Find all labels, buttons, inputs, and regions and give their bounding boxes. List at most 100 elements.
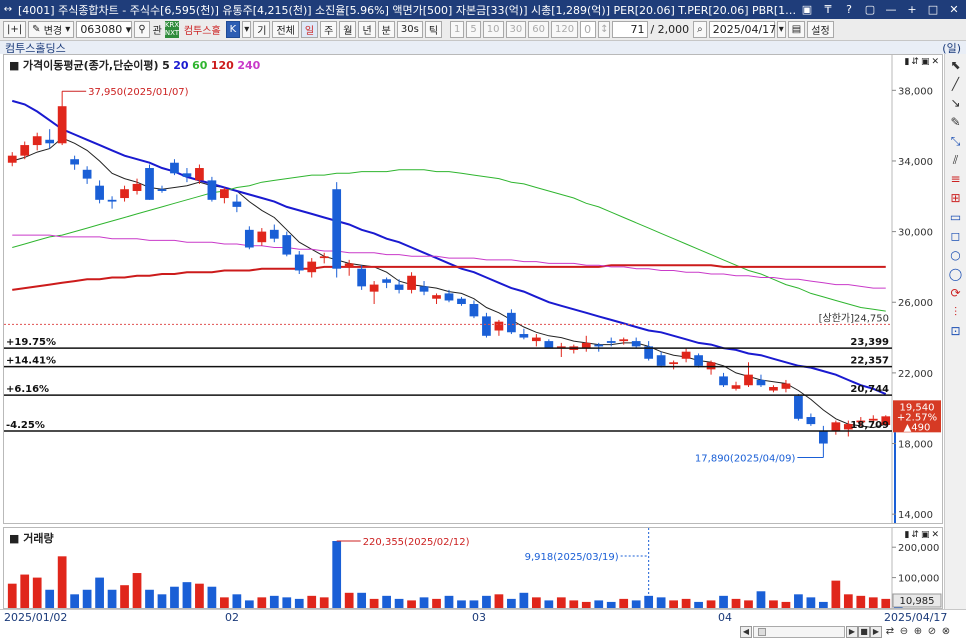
close-button[interactable]: ✕ (945, 2, 963, 17)
zero-stepper[interactable]: ↕ (598, 21, 611, 38)
price-chart-panel[interactable]: [상한가]24,750 +19.75% 23,399 +14.41% 22,357 +6.… (3, 54, 943, 524)
volume-tick-label: 100,000 (898, 574, 939, 585)
period-tick[interactable]: 틱 (424, 21, 443, 38)
channel-tool-icon[interactable]: ⫽ (948, 152, 964, 168)
volume-bar (631, 600, 641, 608)
window-frame-icon[interactable]: ▢ (861, 2, 879, 17)
market-dropdown[interactable]: ▾ (242, 21, 252, 38)
candle-body (544, 341, 554, 349)
scroll-left-button[interactable]: ◀ (740, 626, 752, 638)
cycle-tool-icon[interactable]: ⟳ (948, 285, 964, 301)
zoom-area-icon[interactable]: ⊘ (926, 626, 938, 638)
zero-input[interactable]: 0 (580, 21, 597, 38)
count-input[interactable]: 71 (612, 21, 649, 38)
volume-chart-panel[interactable]: 200,000 100,000 220,355(2025/02/12) 9,918(… (3, 527, 943, 609)
panel-controls: ▮ ⇵ ▣ ✕ (904, 57, 939, 67)
candle-body (257, 231, 267, 243)
time-scrollbar[interactable] (753, 626, 845, 638)
level-pct-label: +19.75% (6, 337, 56, 348)
panel-restore-icon[interactable]: ▣ (921, 57, 930, 67)
gi-button[interactable]: 기 (253, 21, 271, 38)
stock-code-input[interactable]: 063080 ▾ (76, 21, 133, 38)
cursor-icon[interactable]: ⬉ (948, 57, 964, 73)
circle-tool-icon[interactable]: ○ (948, 247, 964, 263)
stop-button[interactable]: ■ (858, 626, 870, 638)
settings-button[interactable]: 설정 (807, 21, 834, 38)
market-k-button[interactable]: K (225, 21, 241, 38)
volume-bar (769, 600, 778, 608)
candle-body (519, 334, 529, 338)
ray-tool-icon[interactable]: ↘ (948, 95, 964, 111)
ellipse-tool-icon[interactable]: ◯ (948, 266, 964, 282)
reset-zoom-icon[interactable]: ⊗ (940, 626, 952, 638)
expand-button[interactable]: |+| (3, 21, 27, 38)
candle-body (120, 189, 129, 199)
text-tool-icon[interactable]: ⊡ (948, 323, 964, 339)
candle-body (469, 304, 479, 317)
app-arrows-icon[interactable]: ↔ (0, 4, 16, 15)
scroll-thumb[interactable] (758, 628, 766, 636)
candle-body (482, 316, 491, 336)
date-input[interactable]: 2025/04/17 (708, 21, 776, 38)
fan-tool-icon[interactable]: ⫶ (948, 304, 964, 320)
date-label-apr: 04 (718, 611, 732, 624)
calendar-search-icon[interactable]: ⌕ (693, 21, 707, 38)
price-chart[interactable]: [상한가]24,750 +19.75% 23,399 +14.41% 22,357 +6.… (4, 55, 942, 523)
panel-scale-icon[interactable]: ⇵ (911, 57, 919, 67)
interval-120[interactable]: 120 (550, 21, 579, 38)
window-menu-icon[interactable]: ▣ (798, 2, 816, 17)
period-30s[interactable]: 30s (396, 21, 423, 38)
interval-1[interactable]: 1 (450, 21, 465, 38)
line-tool-icon[interactable]: ╱ (948, 76, 964, 92)
period-day[interactable]: 일 (300, 21, 319, 38)
krx-nxt-toggle[interactable]: KRX NXT (164, 21, 179, 38)
ma120-label: 120 (210, 59, 234, 72)
search-button[interactable]: ⚲ (134, 21, 150, 38)
grid-tool-icon[interactable]: ⊞ (948, 190, 964, 206)
volume-restore-icon[interactable]: ▣ (921, 530, 930, 540)
interval-60[interactable]: 60 (528, 21, 549, 38)
interval-30[interactable]: 30 (505, 21, 527, 38)
candle-body (95, 185, 104, 200)
date-dropdown[interactable]: ▾ (776, 21, 786, 38)
period-minute[interactable]: 분 (377, 21, 395, 38)
candle-body (82, 169, 92, 179)
minimize-button[interactable]: — (882, 2, 900, 17)
volume-scale-icon[interactable]: ⇵ (911, 530, 919, 540)
volume-bar (469, 600, 479, 608)
period-month[interactable]: 월 (339, 21, 357, 38)
gwan-label[interactable]: 관 (152, 21, 163, 38)
zoom-in-icon[interactable]: ⊕ (912, 626, 924, 638)
candle-body (731, 385, 741, 389)
pen-tool-icon[interactable]: ✎ (948, 114, 964, 130)
zoom-out-icon[interactable]: ⊖ (898, 626, 910, 638)
volume-bar (45, 589, 55, 608)
change-button[interactable]: ✎ 변경 ▾ (28, 21, 75, 38)
period-year[interactable]: 년 (358, 21, 376, 38)
ma5-line (12, 137, 886, 429)
new-window-button[interactable]: + (903, 2, 921, 17)
fibo-tool-icon[interactable]: ≡ (948, 171, 964, 187)
volume-chart[interactable]: 200,000 100,000 220,355(2025/02/12) 9,918(… (4, 528, 942, 608)
period-week[interactable]: 주 (320, 21, 338, 38)
box-tool-icon[interactable]: ◻ (948, 228, 964, 244)
panel-line-icon[interactable]: ▮ (904, 57, 909, 67)
panel-close-icon[interactable]: ✕ (931, 57, 939, 67)
save-icon[interactable]: ▤ (787, 21, 806, 38)
interval-5[interactable]: 5 (466, 21, 481, 38)
volume-close-icon[interactable]: ✕ (931, 530, 939, 540)
help-icon[interactable]: ? (840, 2, 858, 17)
scroll-right-button[interactable]: ▶ (846, 626, 858, 638)
volume-line-icon[interactable]: ▮ (904, 530, 909, 540)
play-button[interactable]: ▶ (870, 626, 882, 638)
volume-bar (756, 591, 766, 608)
interval-10[interactable]: 10 (482, 21, 504, 38)
candle-body (357, 268, 367, 287)
all-button[interactable]: 전체 (272, 21, 299, 38)
date-label-end: 2025/04/17 (884, 611, 948, 624)
rect-tool-icon[interactable]: ▭ (948, 209, 964, 225)
maximize-button[interactable]: □ (924, 2, 942, 17)
fit-icon[interactable]: ⇄ (884, 626, 896, 638)
trend-tool-icon[interactable]: ⤡ (948, 133, 964, 149)
pin-icon[interactable]: ₸ (819, 2, 837, 17)
